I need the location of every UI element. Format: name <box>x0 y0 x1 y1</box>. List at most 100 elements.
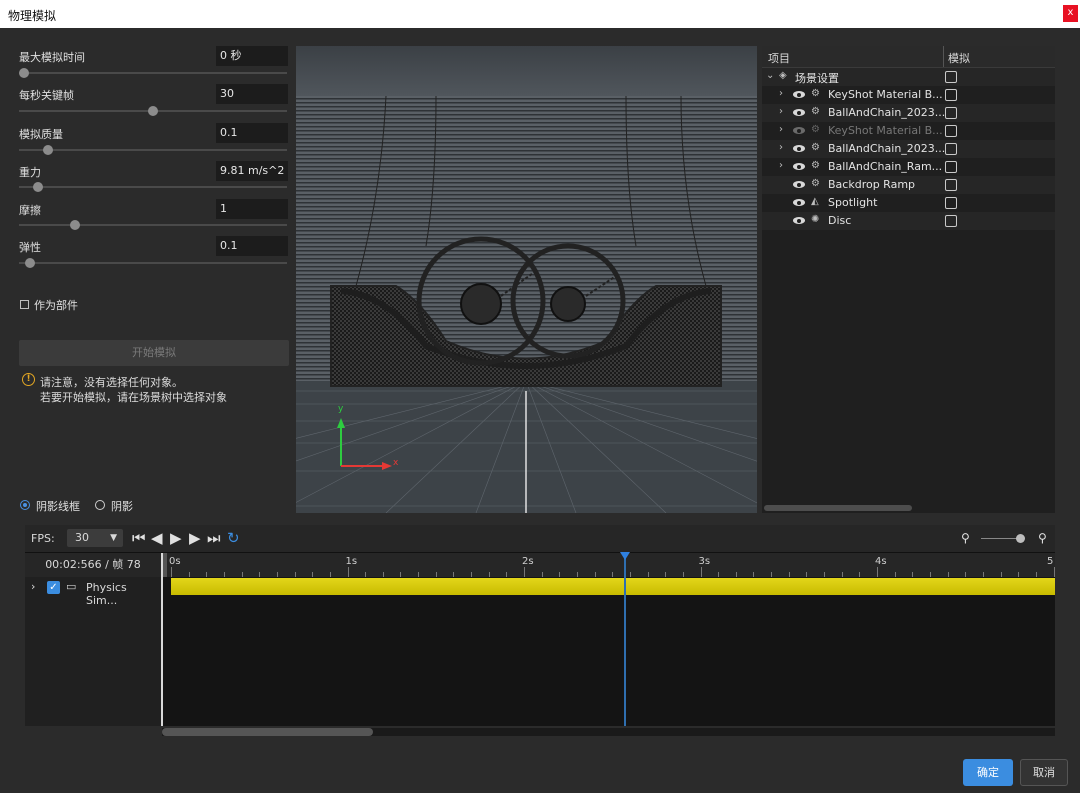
track-enabled-checkbox[interactable]: ✓ <box>47 581 60 594</box>
timeline-horizontal-scrollbar[interactable] <box>162 728 1055 736</box>
eye-icon[interactable] <box>793 181 805 188</box>
start-simulation-button[interactable]: 开始模拟 <box>19 340 289 366</box>
slider-knob[interactable] <box>70 220 81 230</box>
playhead-handle[interactable] <box>619 552 630 560</box>
chevron-right-icon[interactable]: › <box>779 160 783 171</box>
zoom-slider-knob[interactable] <box>1016 534 1025 543</box>
model-icon: ⚙ <box>811 124 820 135</box>
viewport-3d[interactable]: y x <box>296 46 757 513</box>
zoom-in-icon[interactable]: ⚲ <box>1038 529 1047 547</box>
column-divider[interactable] <box>943 46 944 67</box>
keyframes-input[interactable]: 30 <box>216 84 288 104</box>
quality-input[interactable]: 0.1 <box>216 123 288 143</box>
physics-sim-clip[interactable] <box>171 578 1055 595</box>
chevron-right-icon[interactable]: › <box>779 106 783 117</box>
slider-knob[interactable] <box>43 145 54 155</box>
close-button[interactable]: x <box>1063 5 1078 22</box>
param-label: 重力 <box>19 166 41 179</box>
cancel-button[interactable]: 取消 <box>1020 759 1068 786</box>
model-icon: ⚙ <box>811 142 820 153</box>
eye-icon[interactable] <box>793 145 805 152</box>
tree-row[interactable]: ✺ Disc <box>762 212 1055 230</box>
simulate-checkbox[interactable] <box>945 179 957 191</box>
col-item[interactable]: 项目 <box>768 50 790 66</box>
tree-row[interactable]: › ⚙ KeyShot Material B... <box>762 86 1055 104</box>
tree-item-label: Disc <box>828 214 852 227</box>
simulate-checkbox[interactable] <box>945 143 957 155</box>
ruler-label: 4s <box>875 556 887 567</box>
tree-row[interactable]: › ⚙ BallAndChain_2023... <box>762 140 1055 158</box>
slider-knob[interactable] <box>19 68 30 78</box>
tree-item-label: 场景设置 <box>795 72 839 85</box>
scrollbar-thumb[interactable] <box>162 728 373 736</box>
ok-button[interactable]: 确定 <box>963 759 1013 786</box>
as-part-label: 作为部件 <box>34 299 78 312</box>
tree-row[interactable]: › ⚙ KeyShot Material B... <box>762 122 1055 140</box>
simulate-checkbox[interactable] <box>945 215 957 227</box>
gravity-input[interactable]: 9.81 m/s^2 <box>216 161 288 181</box>
playhead[interactable] <box>619 552 630 726</box>
simulate-checkbox[interactable] <box>945 125 957 137</box>
skip-to-start-icon[interactable]: ⏮ <box>132 529 146 547</box>
shaded-radio[interactable] <box>95 500 105 510</box>
param-label: 每秒关键帧 <box>19 89 74 102</box>
param-label: 弹性 <box>19 241 41 254</box>
step-forward-icon[interactable]: ▶ <box>189 529 201 547</box>
tree-row[interactable]: › ⚙ BallAndChain_Ram... <box>762 158 1055 176</box>
tree-item-label: KeyShot Material B... <box>828 88 943 101</box>
eye-icon[interactable] <box>793 127 805 134</box>
keyframes-slider[interactable] <box>19 106 287 116</box>
chevron-right-icon[interactable]: › <box>779 88 783 99</box>
chevron-right-icon[interactable]: › <box>779 142 783 153</box>
tree-item-label: Backdrop Ramp <box>828 178 916 191</box>
as-part-checkbox[interactable] <box>20 300 29 309</box>
tree-row-scene-setup[interactable]: ⌄ ◈ 场景设置 <box>762 68 1055 86</box>
simulate-checkbox[interactable] <box>945 89 957 101</box>
eye-icon[interactable] <box>793 217 805 224</box>
chevron-right-icon[interactable]: › <box>779 124 783 135</box>
max-time-slider[interactable] <box>19 68 287 78</box>
eye-icon[interactable] <box>793 109 805 116</box>
loop-icon[interactable]: ↻ <box>227 529 240 547</box>
slider-knob[interactable] <box>148 106 158 116</box>
slider-knob[interactable] <box>24 258 35 268</box>
max-time-input[interactable]: 0 秒 <box>216 46 288 66</box>
friction-input[interactable]: 1 <box>216 199 288 219</box>
eye-icon[interactable] <box>793 199 805 206</box>
track-row-physics[interactable]: › ✓ ▭ Physics Sim... <box>25 578 161 607</box>
model-icon: ⚙ <box>811 106 820 117</box>
tree-row[interactable]: › ⚙ BallAndChain_2023... <box>762 104 1055 122</box>
quality-slider[interactable] <box>19 145 287 155</box>
elasticity-slider[interactable] <box>19 258 287 268</box>
skip-to-end-icon[interactable]: ⏭ <box>207 529 221 547</box>
play-icon[interactable]: ▶ <box>170 529 182 547</box>
slider-knob[interactable] <box>32 182 43 192</box>
gravity-slider[interactable] <box>19 182 287 192</box>
model-icon: ⚙ <box>811 88 820 99</box>
tree-horizontal-scrollbar[interactable] <box>764 505 912 511</box>
step-back-icon[interactable]: ◀ <box>151 529 163 547</box>
timeline-tracks[interactable] <box>163 577 1055 726</box>
tree-row[interactable]: ⚙ Backdrop Ramp <box>762 176 1055 194</box>
chevron-down-icon[interactable]: ⌄ <box>766 70 774 81</box>
zoom-out-icon[interactable]: ⚲ <box>961 529 970 547</box>
eye-icon[interactable] <box>793 163 805 170</box>
zoom-slider[interactable] <box>981 538 1021 539</box>
chevron-right-icon[interactable]: › <box>31 580 35 593</box>
simulate-checkbox[interactable] <box>945 107 957 119</box>
col-simulate[interactable]: 模拟 <box>948 50 970 66</box>
fps-select[interactable]: 30 ▼ <box>67 529 123 547</box>
simulate-checkbox[interactable] <box>945 161 957 173</box>
tree-item-label: Spotlight <box>828 196 878 209</box>
shaded-wireframe-label: 阴影线框 <box>36 500 80 513</box>
tree-row[interactable]: ◭ Spotlight <box>762 194 1055 212</box>
simulate-checkbox[interactable] <box>945 197 957 209</box>
eye-icon[interactable] <box>793 91 805 98</box>
timeline-ruler[interactable]: 0s 1s 2s 3s 4s 5 <box>163 553 1055 578</box>
ruler-label: 0s <box>169 556 181 567</box>
shaded-wireframe-radio[interactable] <box>20 500 30 510</box>
friction-slider[interactable] <box>19 220 287 230</box>
simulate-checkbox[interactable] <box>945 71 957 83</box>
elasticity-input[interactable]: 0.1 <box>216 236 288 256</box>
range-start-handle[interactable] <box>163 553 167 577</box>
